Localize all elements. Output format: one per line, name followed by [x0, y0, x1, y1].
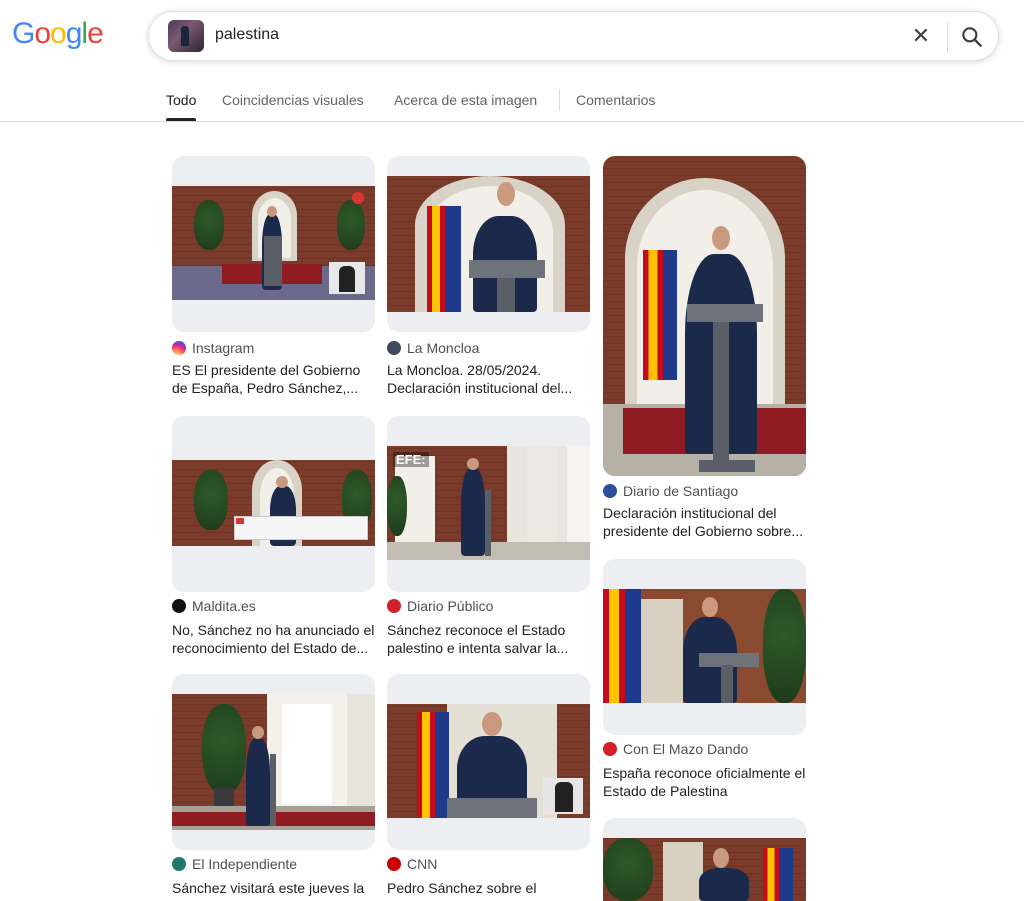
- result-card[interactable]: El Independiente Sánchez visitará este j…: [172, 674, 375, 901]
- result-source[interactable]: Maldita.es: [192, 598, 256, 614]
- tab-coincidencias-visuales[interactable]: Coincidencias visuales: [222, 92, 364, 108]
- diario-publico-icon: [387, 599, 401, 613]
- el-independiente-icon: [172, 857, 186, 871]
- result-source[interactable]: Con El Mazo Dando: [623, 741, 748, 757]
- diario-de-santiago-icon: [603, 484, 617, 498]
- result-card[interactable]: Diario de Santiago Declaración instituci…: [603, 156, 806, 539]
- result-source[interactable]: El Independiente: [192, 856, 297, 872]
- result-image[interactable]: [603, 818, 806, 901]
- close-icon[interactable]: ✕: [909, 24, 933, 48]
- result-source[interactable]: Diario Público: [407, 598, 493, 614]
- result-image[interactable]: [387, 156, 590, 332]
- la-moncloa-icon: [387, 341, 401, 355]
- result-image[interactable]: [387, 674, 590, 850]
- tab-todo[interactable]: Todo: [166, 92, 197, 121]
- con-el-mazo-dando-icon: [603, 742, 617, 756]
- result-image[interactable]: [603, 156, 806, 476]
- search-icon[interactable]: [959, 24, 985, 50]
- result-title[interactable]: ES El presidente del Gobierno de España,…: [172, 361, 375, 397]
- tab-comentarios[interactable]: Comentarios: [576, 92, 655, 108]
- google-logo[interactable]: Google: [12, 17, 104, 51]
- tab-acerca-de-esta-imagen[interactable]: Acerca de esta imagen: [394, 92, 537, 108]
- tab-separator: [559, 89, 560, 111]
- result-source[interactable]: Instagram: [192, 340, 254, 356]
- result-source[interactable]: CNN: [407, 856, 437, 872]
- result-title[interactable]: Sánchez visitará este jueves la sede Pal…: [172, 879, 375, 901]
- result-card[interactable]: La Moncloa La Moncloa. 28/05/2024. Decla…: [387, 156, 590, 396]
- search-query[interactable]: palestina: [215, 26, 279, 44]
- search-box[interactable]: palestina ✕: [148, 11, 999, 61]
- result-card[interactable]: EFE: Diario Público Sánchez reconoce el …: [387, 416, 590, 656]
- query-image-thumbnail[interactable]: [168, 20, 204, 52]
- result-card[interactable]: Con El Mazo Dando España reconoce oficia…: [603, 559, 806, 799]
- efe-watermark: EFE:: [393, 452, 429, 467]
- result-source[interactable]: Diario de Santiago: [623, 483, 738, 499]
- search-divider: [947, 22, 948, 52]
- result-source[interactable]: La Moncloa: [407, 340, 479, 356]
- result-title[interactable]: Declaración institucional del presidente…: [603, 504, 806, 540]
- result-title[interactable]: España reconoce oficialmente el Estado d…: [603, 764, 806, 800]
- instagram-icon: [172, 341, 186, 355]
- result-card[interactable]: Instagram ES El presidente del Gobierno …: [172, 156, 375, 396]
- result-card[interactable]: CNN Pedro Sánchez sobre el reconocimient…: [387, 674, 590, 901]
- cnn-icon: [387, 857, 401, 871]
- result-image[interactable]: [172, 674, 375, 850]
- maldita-icon: [172, 599, 186, 613]
- result-image[interactable]: EFE:: [387, 416, 590, 592]
- result-card[interactable]: [603, 818, 806, 901]
- result-image[interactable]: [172, 416, 375, 592]
- result-title[interactable]: La Moncloa. 28/05/2024. Declaración inst…: [387, 361, 590, 397]
- result-title[interactable]: No, Sánchez no ha anunciado el reconocim…: [172, 621, 375, 657]
- result-image[interactable]: [603, 559, 806, 735]
- result-card[interactable]: Maldita.es No, Sánchez no ha anunciado e…: [172, 416, 375, 656]
- result-image[interactable]: [172, 156, 375, 332]
- results-tabs: Todo Coincidencias visuales Acerca de es…: [0, 84, 1024, 122]
- result-title[interactable]: Sánchez reconoce el Estado palestino e i…: [387, 621, 590, 657]
- result-title[interactable]: Pedro Sánchez sobre el reconocimiento de…: [387, 879, 590, 901]
